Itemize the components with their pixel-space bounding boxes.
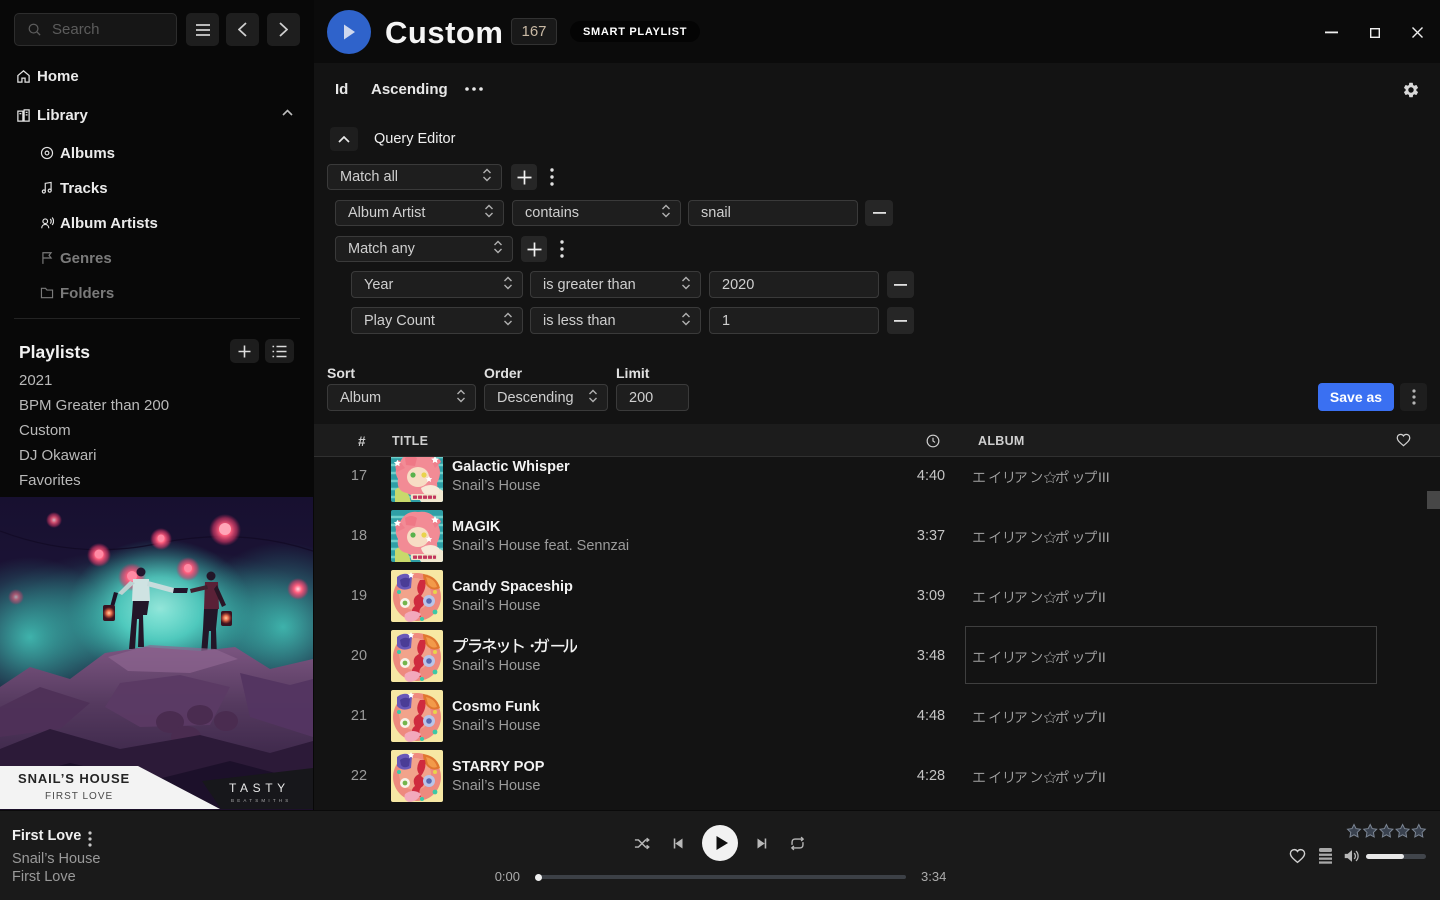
svg-text:BEATSMITHS: BEATSMITHS <box>231 798 291 803</box>
svg-text:TASTY: TASTY <box>229 781 290 795</box>
svg-text:FIRST LOVE: FIRST LOVE <box>45 791 113 802</box>
svg-text:SNAIL’S HOUSE: SNAIL’S HOUSE <box>18 771 130 786</box>
